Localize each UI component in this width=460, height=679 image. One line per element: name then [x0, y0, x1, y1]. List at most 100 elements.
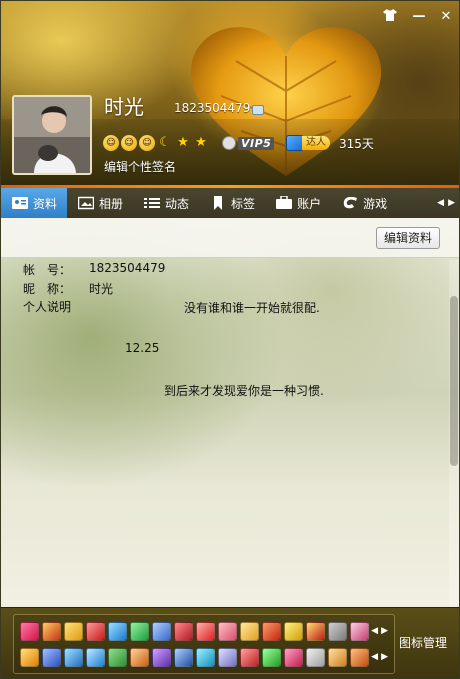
- online-days: 315天: [339, 137, 374, 151]
- wallet-icon: [276, 196, 293, 209]
- sun-level-icon: ☺: [139, 135, 155, 151]
- service-icon-row-2: [20, 648, 369, 667]
- row-left-arrow-icon[interactable]: ◀: [371, 652, 378, 662]
- row-left-arrow-icon[interactable]: ◀: [371, 626, 378, 636]
- id-card-icon: [12, 197, 28, 209]
- skin-shirt-icon[interactable]: [382, 9, 398, 25]
- mail-service-icon[interactable]: [218, 648, 237, 667]
- profile-header-cover: — ✕ 时光 1823504479 ☺ ☺ ☺ ☾ ★ ★ VIP5 达人 31…: [1, 1, 459, 187]
- red-service-icon[interactable]: [86, 622, 105, 641]
- red-star-service-icon[interactable]: [240, 648, 259, 667]
- house-service-icon[interactable]: [328, 648, 347, 667]
- tab-label: 相册: [99, 196, 124, 211]
- star-level-icon: ★: [195, 135, 207, 150]
- tab-scroll-right-icon[interactable]: ▶: [448, 198, 455, 208]
- star-level-icon: ★: [177, 135, 189, 150]
- service-icon-row-1: [20, 622, 369, 641]
- row-right-arrow-icon[interactable]: ▶: [381, 652, 388, 662]
- tab-label: 账户: [297, 196, 322, 211]
- heart-service-icon[interactable]: [20, 622, 39, 641]
- vip-level-label: VIP5: [238, 136, 275, 150]
- profile-window: — ✕ 时光 1823504479 ☺ ☺ ☺ ☾ ★ ★ VIP5 达人 31…: [0, 0, 460, 679]
- profile-content-panel: 编辑资料 帐 号： 1823504479 昵 称： 时光 个人说明 没有谁和谁一…: [1, 218, 459, 607]
- avatar-photo-image: [14, 97, 90, 173]
- cyan-service-icon[interactable]: [196, 648, 215, 667]
- tab-label: 游戏: [363, 196, 388, 211]
- show-service-icon[interactable]: [130, 648, 149, 667]
- clover-service-icon[interactable]: [262, 648, 281, 667]
- qq-service-icon[interactable]: [64, 648, 83, 667]
- qq-number-icon[interactable]: [252, 105, 264, 115]
- account-label: 帐 号：: [23, 263, 72, 277]
- minimize-button[interactable]: —: [411, 9, 427, 25]
- face-service-icon[interactable]: [306, 648, 325, 667]
- sport-service-icon[interactable]: [174, 648, 193, 667]
- content-scrollbar[interactable]: [449, 260, 459, 605]
- avatar[interactable]: [12, 95, 92, 175]
- account-value: 1823504479: [89, 261, 166, 275]
- toy-service-icon[interactable]: [350, 648, 369, 667]
- yellow-diamond-service-icon[interactable]: [64, 622, 83, 641]
- profile-qq-number: 1823504479: [174, 101, 251, 115]
- tab-account[interactable]: 账户: [265, 188, 331, 218]
- sun-level-icon: ☺: [103, 135, 119, 151]
- vip-badge[interactable]: VIP5: [222, 135, 275, 151]
- sun-level-icon: ☺: [121, 135, 137, 151]
- flash-service-icon[interactable]: [196, 622, 215, 641]
- daren-badge[interactable]: 达人: [286, 134, 330, 152]
- close-button[interactable]: ✕: [438, 9, 454, 25]
- profile-nickname: 时光: [104, 95, 144, 119]
- profile-tab-bar: 资料 相册 动态 标签 账户 游戏 ◀ ▶: [1, 188, 459, 218]
- blue-diamond-service-icon[interactable]: [108, 622, 127, 641]
- nickname-value: 时光: [89, 282, 114, 296]
- bio-line: 12.25: [125, 341, 160, 355]
- list-icon: [144, 198, 161, 208]
- red-diamond-service-icon[interactable]: [42, 622, 61, 641]
- tab-tags[interactable]: 标签: [199, 188, 265, 218]
- gem-service-icon[interactable]: [284, 648, 303, 667]
- service-icon-bar: ◀ ▶ ◀ ▶ 图标管理: [1, 607, 459, 678]
- row-right-arrow-icon[interactable]: ▶: [381, 626, 388, 636]
- tab-label: 资料: [33, 196, 58, 211]
- daren-label: 达人: [302, 136, 330, 150]
- nickname-label: 昵 称：: [23, 282, 72, 296]
- bio-line: 没有谁和谁一开始就很配.: [184, 301, 320, 315]
- bio-line: 到后来才发现爱你是一种习惯.: [164, 384, 324, 398]
- scrollbar-thumb[interactable]: [450, 296, 458, 466]
- tab-label: 动态: [165, 196, 190, 211]
- tab-scroll-left-icon[interactable]: ◀: [437, 198, 444, 208]
- green-diamond-service-icon[interactable]: [130, 622, 149, 641]
- gold-diamond-service-icon[interactable]: [284, 622, 303, 641]
- penguin-icon: [222, 136, 236, 150]
- tab-feed[interactable]: 动态: [133, 188, 199, 218]
- bookmark-icon: [214, 196, 223, 210]
- edit-profile-button[interactable]: 编辑资料: [376, 227, 440, 249]
- trophy-service-icon[interactable]: [306, 622, 325, 641]
- gift-service-icon[interactable]: [108, 648, 127, 667]
- service-icon-panel: ◀ ▶ ◀ ▶: [13, 614, 395, 674]
- bio-label: 个人说明: [23, 300, 72, 314]
- icon-row-1-arrows: ◀ ▶: [371, 626, 388, 636]
- grid-service-icon[interactable]: [42, 648, 61, 667]
- tab-album[interactable]: 相册: [67, 188, 133, 218]
- purple-service-icon[interactable]: [152, 648, 171, 667]
- game-service-icon[interactable]: [328, 622, 347, 641]
- pink-diamond-service-icon[interactable]: [218, 622, 237, 641]
- content-toolbar: 编辑资料: [1, 218, 459, 258]
- tab-games[interactable]: 游戏: [331, 188, 397, 218]
- book-service-icon[interactable]: [240, 622, 259, 641]
- icon-row-2-arrows: ◀ ▶: [371, 652, 388, 662]
- level-badges[interactable]: ☺ ☺ ☺ ☾ ★ ★: [103, 134, 209, 152]
- tab-scroll-arrows: ◀ ▶: [437, 188, 459, 218]
- heart-gem-service-icon[interactable]: [174, 622, 193, 641]
- music-service-icon[interactable]: [152, 622, 171, 641]
- moon-level-icon: ☾: [159, 135, 171, 150]
- star-service-icon[interactable]: [20, 648, 39, 667]
- icon-manage-button[interactable]: 图标管理: [399, 634, 447, 651]
- pet-service-icon[interactable]: [350, 622, 369, 641]
- blue-circle-service-icon[interactable]: [86, 648, 105, 667]
- tab-profile[interactable]: 资料: [1, 188, 68, 218]
- edit-signature-link[interactable]: 编辑个性签名: [104, 158, 176, 175]
- game-icon: [343, 197, 358, 209]
- crown-service-icon[interactable]: [262, 622, 281, 641]
